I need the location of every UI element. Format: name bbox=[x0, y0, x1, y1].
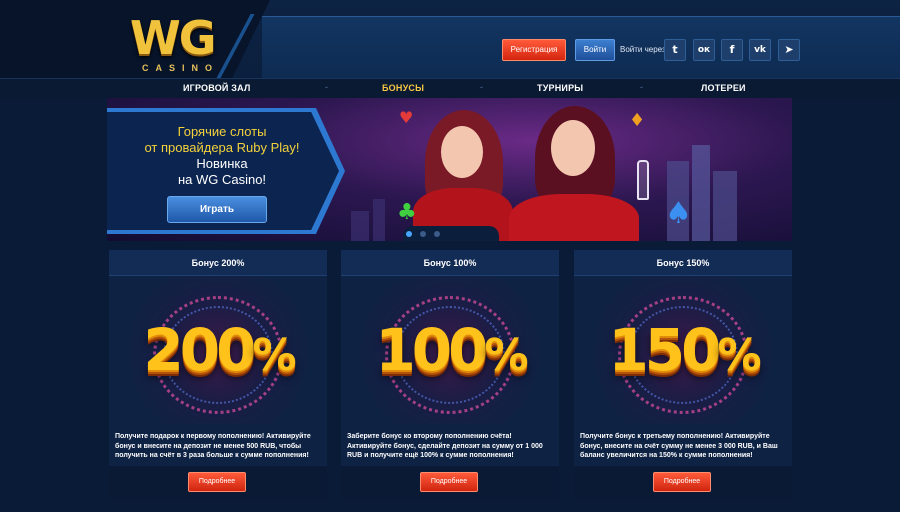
details-button[interactable]: Подробнее bbox=[420, 472, 478, 492]
bonus-percent-number: 150 bbox=[608, 316, 721, 384]
play-button[interactable]: Играть bbox=[167, 196, 267, 223]
bonus-percent-sign: % bbox=[484, 330, 528, 381]
bonus-card-title: Бонус 100% bbox=[341, 250, 559, 276]
nav-item-tournaments[interactable]: ТУРНИРЫ bbox=[537, 83, 583, 93]
city-building bbox=[351, 211, 369, 241]
bonus-percent-sign: % bbox=[717, 330, 761, 381]
bonus-card-art: 100% bbox=[341, 276, 559, 424]
banner-headline: Горячие слоты от провайдера Ruby Play! Н… bbox=[127, 124, 317, 188]
bonus-card-1: Бонус 200% 200% Получите подарок к перво… bbox=[109, 250, 327, 498]
bonus-card-art: 150% bbox=[574, 276, 792, 424]
nav-separator: - bbox=[325, 82, 328, 92]
bonus-percent-graphic: 200% bbox=[109, 316, 327, 384]
slider-dot[interactable] bbox=[434, 231, 440, 237]
bonus-percent-sign: % bbox=[252, 330, 296, 381]
bonus-card-description: Получите подарок к первому пополнению! А… bbox=[115, 433, 311, 459]
bonus-card-title: Бонус 150% bbox=[574, 250, 792, 276]
logo-wordmark: WG bbox=[130, 11, 216, 65]
bonus-card-footer: Подробнее bbox=[341, 466, 559, 498]
bonus-percent-graphic: 100% bbox=[341, 316, 559, 384]
odnoklassniki-icon[interactable]: ок bbox=[693, 39, 715, 61]
bonus-card-2: Бонус 100% 100% Заберите бонус ко втором… bbox=[341, 250, 559, 498]
slider-dot[interactable] bbox=[420, 231, 426, 237]
twitter-icon[interactable]: t bbox=[664, 39, 686, 61]
login-button[interactable]: Войти bbox=[575, 39, 615, 61]
city-building bbox=[692, 145, 710, 241]
promo-banner[interactable]: ♣ ♠ ♥ ♦ Горячие слоты от провайдера Ruby… bbox=[107, 98, 792, 241]
bonus-card-description: Заберите бонус ко второму пополнению счё… bbox=[347, 433, 543, 459]
bonus-card-footer: Подробнее bbox=[574, 466, 792, 498]
banner-line-1: Горячие слоты bbox=[177, 124, 267, 139]
bonus-card-art: 200% bbox=[109, 276, 327, 424]
slider-dot[interactable] bbox=[406, 231, 412, 237]
heart-icon: ♥ bbox=[399, 108, 414, 127]
bonus-percent-number: 200 bbox=[143, 316, 256, 384]
site-header: WG CASINO Регистрация Войти Войти через … bbox=[0, 0, 900, 78]
bonus-card-footer: Подробнее bbox=[109, 466, 327, 498]
bonus-card-3: Бонус 150% 150% Получите бонус к третьем… bbox=[574, 250, 792, 498]
club-icon: ♣ bbox=[397, 200, 417, 225]
banner-line-4: на WG Casino! bbox=[177, 172, 267, 187]
bonus-card-title: Бонус 200% bbox=[109, 250, 327, 276]
banner-line-2: от провайдера Ruby Play! bbox=[144, 140, 300, 155]
nav-separator: - bbox=[640, 82, 643, 92]
banner-character-right-dress bbox=[509, 194, 639, 241]
spade-icon: ♠ bbox=[665, 196, 692, 231]
nav-item-bonuses[interactable]: БОНУСЫ bbox=[382, 83, 424, 93]
details-button[interactable]: Подробнее bbox=[188, 472, 246, 492]
details-button[interactable]: Подробнее bbox=[653, 472, 711, 492]
casino-logo[interactable]: WG CASINO bbox=[130, 13, 240, 75]
login-via-label: Войти через bbox=[620, 45, 666, 54]
banner-character-right-face bbox=[551, 120, 595, 176]
bonus-percent-graphic: 150% bbox=[574, 316, 792, 384]
nav-separator: - bbox=[480, 82, 483, 92]
diamond-icon: ♦ bbox=[629, 110, 646, 131]
logo-subtitle: CASINO bbox=[142, 63, 220, 73]
champagne-glass bbox=[637, 160, 649, 200]
banner-line-3: Новинка bbox=[196, 156, 248, 171]
banner-character-left-face bbox=[441, 126, 483, 178]
nav-item-lotteries[interactable]: ЛОТЕРЕИ bbox=[701, 83, 746, 93]
city-building bbox=[713, 171, 737, 241]
facebook-icon[interactable]: f bbox=[721, 39, 743, 61]
register-button[interactable]: Регистрация bbox=[502, 39, 566, 61]
nav-item-game-hall[interactable]: ИГРОВОЙ ЗАЛ bbox=[183, 83, 250, 93]
vkontakte-icon[interactable]: vk bbox=[749, 39, 771, 61]
city-building bbox=[373, 199, 385, 241]
slider-dots bbox=[403, 226, 499, 241]
main-nav: ИГРОВОЙ ЗАЛ - БОНУСЫ - ТУРНИРЫ - ЛОТЕРЕИ bbox=[0, 78, 900, 98]
bonus-percent-number: 100 bbox=[375, 316, 488, 384]
bonus-card-description: Получите бонус к третьему пополнению! Ак… bbox=[580, 433, 778, 459]
telegram-icon[interactable]: ➤ bbox=[778, 39, 800, 61]
